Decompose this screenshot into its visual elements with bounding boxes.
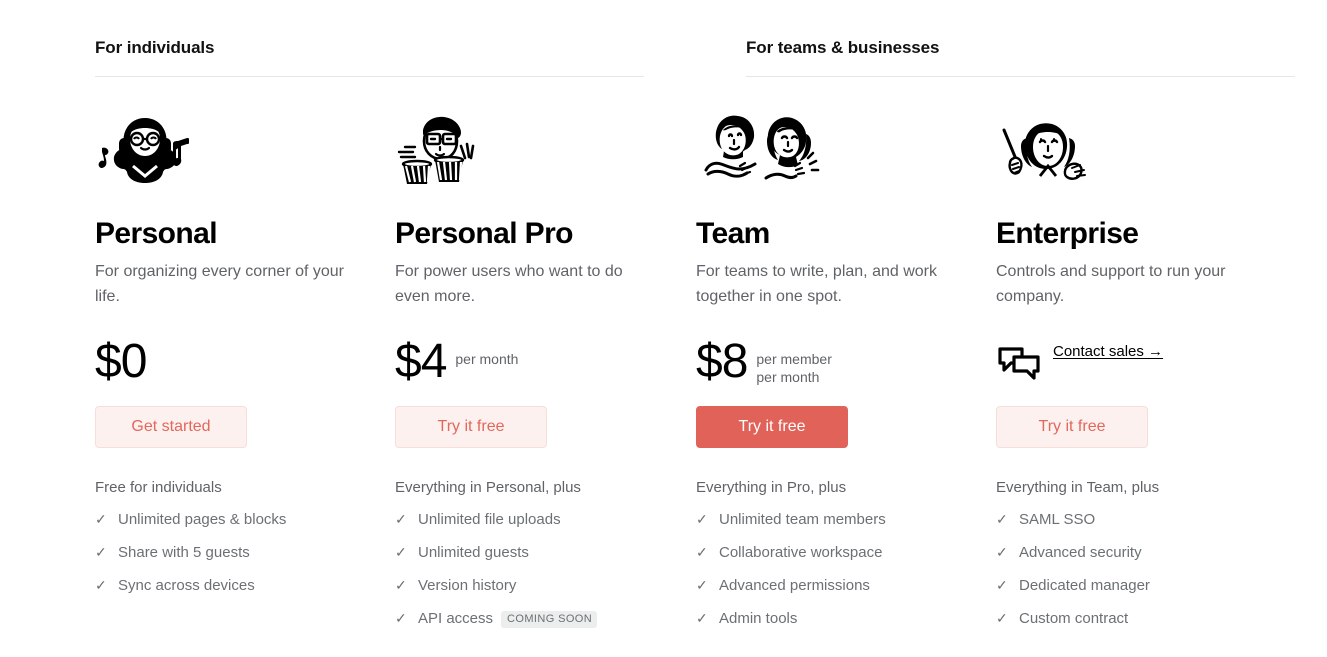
group-divider-individuals [95,76,644,77]
speech-bubbles-icon [996,345,1042,388]
check-icon: ✓ [996,544,1008,560]
feature-label: Custom contract [1019,610,1129,627]
feature-item: ✓ Unlimited team members [696,510,976,529]
feature-item: ✓ Sync across devices [95,576,375,595]
illustration-person-presenting-pointer [996,104,1276,200]
contact-sales-label: Contact sales → [1053,343,1164,360]
check-icon: ✓ [95,511,107,527]
feature-list-personal: Free for individuals ✓ Unlimited pages &… [95,478,375,595]
check-icon: ✓ [696,544,708,560]
feature-list-heading-enterprise: Everything in Team, plus [996,479,1160,496]
feature-item: ✓ Unlimited guests [395,543,675,562]
illustration-two-people-working [696,104,976,200]
check-icon: ✓ [696,610,708,626]
feature-label: Collaborative workspace [719,544,883,561]
plan-card-personal-pro: Personal Pro For power users who want to… [395,104,695,643]
price-amount-team: $8 [696,335,748,388]
plan-group-teams: For teams & businesses [746,0,1296,77]
plan-description-personal: For organizing every corner of your life… [95,263,344,305]
illustration-person-headphones-music [95,104,375,200]
pricing-page: For individuals For teams & businesses P… [0,0,1327,657]
check-icon: ✓ [395,511,407,527]
feature-label: Unlimited team members [719,511,886,528]
feature-label: API access [418,610,494,627]
feature-item: ✓ Advanced security [996,543,1276,562]
feature-label: Dedicated manager [1019,577,1150,594]
feature-label: Admin tools [719,610,798,627]
feature-item: ✓ API access COMING SOON [395,609,675,629]
cta-button-team[interactable]: Try it free [696,406,848,448]
cta-button-enterprise[interactable]: Try it free [996,406,1148,448]
feature-item: ✓ Version history [395,576,675,595]
feature-label: Advanced permissions [719,577,870,594]
illustration-person-glasses-drums [395,104,675,200]
feature-item: ✓ Collaborative workspace [696,543,976,562]
feature-label: Sync across devices [118,577,255,594]
group-divider-teams [746,76,1295,77]
plan-description-enterprise: Controls and support to run your company… [996,263,1226,305]
feature-item: ✓ Unlimited file uploads [395,510,675,529]
check-icon: ✓ [696,577,708,593]
cta-button-personal[interactable]: Get started [95,406,247,448]
feature-list-heading-personal-pro: Everything in Personal, plus [395,479,581,496]
check-icon: ✓ [395,577,407,593]
plan-group-individuals: For individuals [95,0,695,77]
check-icon: ✓ [996,610,1008,626]
check-icon: ✓ [95,544,107,560]
feature-item: ✓ Custom contract [996,609,1276,628]
feature-list-personal-pro: Everything in Personal, plus ✓ Unlimited… [395,478,675,629]
feature-label: Unlimited pages & blocks [118,511,287,528]
feature-list-enterprise: Everything in Team, plus ✓ SAML SSO ✓ Ad… [996,478,1276,628]
check-icon: ✓ [95,577,107,593]
check-icon: ✓ [696,511,708,527]
feature-item: ✓ Admin tools [696,609,976,628]
plan-group-headers: For individuals For teams & businesses [0,0,1327,77]
price-amount-personal: $0 [95,335,147,388]
feature-item: ✓ Share with 5 guests [95,543,375,562]
feature-list-heading-personal: Free for individuals [95,479,222,496]
plan-name-personal: Personal [95,217,218,250]
check-icon: ✓ [996,511,1008,527]
plan-name-enterprise: Enterprise [996,217,1139,250]
price-amount-personal-pro: $4 [395,335,447,388]
plan-card-enterprise: Enterprise Controls and support to run y… [996,104,1296,643]
plan-name-personal-pro: Personal Pro [395,217,573,250]
plan-name-team: Team [696,217,770,250]
price-row-personal-pro: $4 per month [395,336,675,392]
price-row-personal: $0 [95,336,375,392]
check-icon: ✓ [996,577,1008,593]
feature-list-team: Everything in Pro, plus ✓ Unlimited team… [696,478,976,628]
feature-label: Unlimited guests [418,544,529,561]
price-unit-personal-pro: per month [455,351,519,367]
contact-sales-link[interactable]: Contact sales → [1053,336,1163,361]
feature-label: Unlimited file uploads [418,511,561,528]
feature-label: Version history [418,577,517,594]
plan-card-team: Team For teams to write, plan, and work … [696,104,996,643]
feature-list-heading-team: Everything in Pro, plus [696,479,847,496]
feature-item: ✓ SAML SSO [996,510,1276,529]
check-icon: ✓ [395,610,407,626]
contact-sales-row: Contact sales → [996,336,1276,392]
price-row-team: $8 per member per month [696,336,976,392]
feature-item: ✓ Advanced permissions [696,576,976,595]
feature-item: ✓ Dedicated manager [996,576,1276,595]
feature-label: Share with 5 guests [118,544,250,561]
group-title-individuals: For individuals [95,38,215,57]
check-icon: ✓ [395,544,407,560]
price-unit-team: per member per month [756,351,832,385]
plan-description-team: For teams to write, plan, and work toget… [696,263,937,305]
feature-label: Advanced security [1019,544,1142,561]
group-title-teams: For teams & businesses [746,38,940,57]
feature-label: SAML SSO [1019,511,1096,528]
cta-button-personal-pro[interactable]: Try it free [395,406,547,448]
plan-description-personal-pro: For power users who want to do even more… [395,263,623,305]
status-badge-coming-soon: COMING SOON [501,611,598,628]
plan-columns: Personal For organizing every corner of … [0,104,1327,643]
feature-item: ✓ Unlimited pages & blocks [95,510,375,529]
plan-card-personal: Personal For organizing every corner of … [95,104,395,643]
